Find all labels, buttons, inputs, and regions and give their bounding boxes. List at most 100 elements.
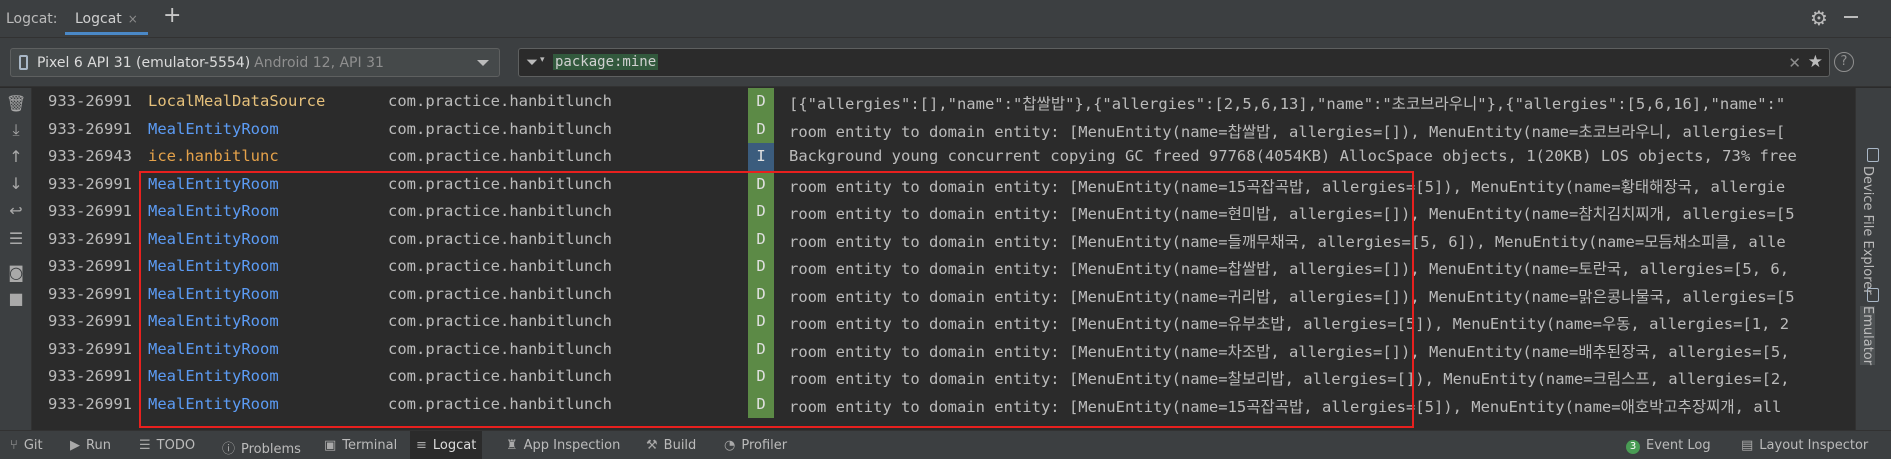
log-row[interactable]: 933-26943 ice.hanbitlunc com.practice.hanb… — [34, 143, 1854, 171]
log-message: room entity to domain entity: [MenuEntit… — [789, 205, 1795, 223]
filter-query-input[interactable]: ⏷ ▾ package:mine ✕ ★ — [518, 48, 1830, 77]
log-level-badge: D — [748, 253, 774, 281]
filter-toolbar: Pixel 6 API 31 (emulator-5554) Android 12… — [0, 38, 1891, 87]
right-toolbar: Device File Explorer Emulator — [1855, 88, 1891, 430]
log-level-badge: D — [748, 170, 774, 198]
profiler-button[interactable]: ◔ Profiler — [718, 431, 793, 459]
log-package: com.practice.hanbitlunch — [388, 229, 612, 248]
log-pid: 933-26991 — [48, 119, 132, 138]
log-level-badge: D — [748, 115, 774, 143]
log-tag: MealEntityRoom — [148, 174, 279, 193]
trash-icon[interactable]: 🗑 — [6, 94, 26, 114]
log-pid: 933-26991 — [48, 284, 132, 303]
filter-query-text[interactable]: package:mine — [553, 54, 659, 70]
hammer-icon: ⚒ — [646, 438, 658, 453]
log-message: room entity to domain entity: [MenuEntit… — [789, 370, 1790, 388]
screenshot-icon[interactable]: ◙ — [6, 263, 26, 283]
device-file-explorer-button[interactable]: Device File Explorer — [1860, 166, 1875, 295]
log-package: com.practice.hanbitlunch — [388, 202, 612, 220]
log-row[interactable]: 933-26991 MealEntityRoom com.practice.hanb… — [34, 280, 1854, 308]
emulator-button[interactable]: Emulator — [1860, 306, 1875, 366]
log-tag: LocalMealDataSource — [148, 92, 326, 110]
minimize-icon[interactable] — [1844, 16, 1858, 18]
app-inspection-button[interactable]: ♜ App Inspection — [500, 431, 626, 459]
phone-icon — [19, 55, 28, 70]
terminal-button[interactable]: ▣ Terminal — [318, 431, 403, 459]
log-message: room entity to domain entity: [MenuEntit… — [789, 232, 1786, 251]
filter-settings-icon[interactable]: ☰ — [6, 229, 26, 249]
log-package: com.practice.hanbitlunch — [388, 257, 612, 275]
log-package: com.practice.hanbitlunch — [388, 174, 612, 193]
log-package: com.practice.hanbitlunch — [388, 119, 612, 138]
log-message: room entity to domain entity: [MenuEntit… — [789, 397, 1782, 416]
device-api: Android 12, API 31 — [254, 55, 384, 71]
log-row[interactable]: 933-26991 MealEntityRoom com.practice.hanb… — [34, 170, 1854, 198]
log-message: room entity to domain entity: [MenuEntit… — [789, 315, 1790, 333]
log-pid: 933-26991 — [48, 312, 132, 330]
log-row[interactable]: 933-26991 MealEntityRoom com.practice.hanb… — [34, 115, 1854, 143]
funnel-icon[interactable]: ⏷ — [526, 53, 538, 71]
log-pid: 933-26991 — [48, 339, 132, 358]
log-package: com.practice.hanbitlunch — [388, 394, 612, 413]
layout-icon: ▤ — [1741, 438, 1754, 453]
log-package: com.practice.hanbitlunch — [388, 367, 612, 385]
layout-inspector-button[interactable]: ▤ Layout Inspector — [1735, 431, 1874, 459]
favorite-star-icon[interactable]: ★ — [1808, 52, 1823, 72]
event-log-button[interactable]: 3 Event Log — [1620, 431, 1717, 459]
log-level-badge: D — [748, 390, 774, 418]
log-level-badge: D — [748, 198, 774, 226]
logcat-output[interactable]: 933-26991 LocalMealDataSource com.practice… — [34, 88, 1854, 430]
logcat-button[interactable]: ≡ Logcat — [410, 431, 483, 459]
log-level-badge: D — [748, 225, 774, 253]
bottom-tool-strip: ⑂ Git ▶ Run ☰ TODO ⓘ Problems ▣ Terminal ≡ Log… — [0, 430, 1891, 459]
soft-wrap-icon[interactable]: ↩ — [6, 201, 26, 221]
device-dropdown[interactable]: Pixel 6 API 31 (emulator-5554) Android 12… — [10, 48, 500, 77]
tab-logcat[interactable]: Logcat × — [65, 4, 148, 35]
log-row[interactable]: 933-26991 MealEntityRoom com.practice.hanb… — [34, 225, 1854, 253]
log-level-badge: D — [748, 280, 774, 308]
clear-icon[interactable]: ✕ — [1788, 54, 1801, 72]
log-message: room entity to domain entity: [MenuEntit… — [789, 177, 1786, 196]
scroll-to-end-icon[interactable]: ⤓ — [6, 120, 26, 140]
log-tag: MealEntityRoom — [148, 202, 279, 220]
log-tag: MealEntityRoom — [148, 119, 279, 138]
git-button[interactable]: ⑂ Git — [4, 431, 49, 459]
log-message: Background young concurrent copying GC f… — [789, 147, 1797, 165]
log-pid: 933-26943 — [48, 147, 132, 165]
log-row[interactable]: 933-26991 MealEntityRoom com.practice.hanb… — [34, 363, 1854, 391]
left-toolbar: 🗑 ⤓ ↑ ↓ ↩ ☰ ◙ ■ — [0, 88, 32, 430]
todo-button[interactable]: ☰ TODO — [133, 431, 201, 459]
funnel-dropdown-icon[interactable]: ▾ — [540, 55, 545, 65]
screen-record-icon[interactable]: ■ — [6, 289, 26, 309]
gauge-icon: ◔ — [724, 438, 736, 453]
log-row[interactable]: 933-26991 MealEntityRoom com.practice.hanb… — [34, 253, 1854, 281]
tool-window-title: Logcat: — [6, 11, 58, 27]
run-button[interactable]: ▶ Run — [64, 431, 117, 459]
branch-icon: ⑂ — [10, 438, 18, 453]
down-arrow-icon[interactable]: ↓ — [6, 174, 26, 194]
log-tag: MealEntityRoom — [148, 367, 279, 385]
close-icon[interactable]: × — [128, 12, 138, 26]
build-button[interactable]: ⚒ Build — [640, 431, 702, 459]
up-arrow-icon[interactable]: ↑ — [6, 147, 26, 167]
log-row[interactable]: 933-26991 MealEntityRoom com.practice.hanb… — [34, 198, 1854, 226]
play-icon: ▶ — [70, 438, 80, 453]
info-icon: ⓘ — [222, 442, 236, 457]
log-level-badge: I — [748, 143, 774, 171]
log-row[interactable]: 933-26991 LocalMealDataSource com.practice… — [34, 88, 1854, 116]
log-pid: 933-26991 — [48, 174, 132, 193]
log-pid: 933-26991 — [48, 202, 132, 220]
emulator-icon — [1867, 288, 1879, 302]
log-row[interactable]: 933-26991 MealEntityRoom com.practice.hanb… — [34, 390, 1854, 418]
log-row[interactable]: 933-26991 MealEntityRoom com.practice.hanb… — [34, 335, 1854, 363]
log-row[interactable]: 933-26991 MealEntityRoom com.practice.hanb… — [34, 308, 1854, 336]
log-message: room entity to domain entity: [MenuEntit… — [789, 342, 1790, 361]
log-package: com.practice.hanbitlunch — [388, 92, 612, 110]
log-message: room entity to domain entity: [MenuEntit… — [789, 122, 1786, 141]
problems-button[interactable]: ⓘ Problems — [216, 431, 307, 459]
add-tab-button[interactable]: + — [163, 5, 181, 27]
gear-icon[interactable]: ⚙ — [1810, 6, 1828, 30]
help-icon[interactable]: ? — [1834, 52, 1854, 72]
log-pid: 933-26991 — [48, 229, 132, 248]
chevron-down-icon — [477, 60, 489, 66]
